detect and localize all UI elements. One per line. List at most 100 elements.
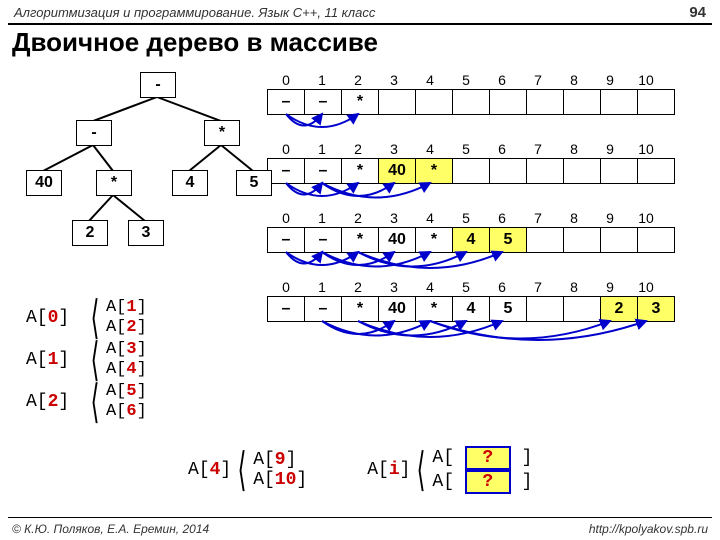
array-cell: 40 (378, 296, 416, 322)
mapping-row: A[1]⟨A[3]A[4] (26, 340, 147, 380)
array-cell: * (341, 296, 379, 322)
col-index: 3 (376, 141, 412, 157)
array-cell (600, 89, 638, 115)
col-index: 8 (556, 72, 592, 88)
col-index: 4 (412, 279, 448, 295)
array-cell: * (341, 227, 379, 253)
array-cell (563, 158, 601, 184)
tree-node: 40 (26, 170, 62, 196)
col-index: 0 (268, 141, 304, 157)
array-cell: * (415, 296, 453, 322)
col-index: 10 (628, 279, 664, 295)
col-index: 9 (592, 72, 628, 88)
array-cell: * (341, 89, 379, 115)
tree-node: 5 (236, 170, 272, 196)
array-cell: – (267, 296, 305, 322)
col-index: 4 (412, 72, 448, 88)
array-cell (637, 89, 675, 115)
array-cell (526, 89, 564, 115)
tree-node: - (140, 72, 176, 98)
array-cell (452, 158, 490, 184)
array-cell (526, 227, 564, 253)
col-index: 1 (304, 141, 340, 157)
array-cell: – (304, 296, 342, 322)
col-index: 10 (628, 210, 664, 226)
col-index: 6 (484, 141, 520, 157)
col-index: 2 (340, 279, 376, 295)
col-index: 0 (268, 72, 304, 88)
array-cell (637, 158, 675, 184)
col-index: 5 (448, 279, 484, 295)
array-cell: 40 (378, 227, 416, 253)
array-cell (600, 158, 638, 184)
array-cell (637, 227, 675, 253)
tree-node: 2 (72, 220, 108, 246)
col-index: 10 (628, 141, 664, 157)
col-index: 6 (484, 210, 520, 226)
tree-node: 3 (128, 220, 164, 246)
page-title: Двоичное дерево в массиве (0, 25, 720, 64)
array-cell: 3 (637, 296, 675, 322)
page-number: 94 (689, 4, 706, 21)
array-cell (526, 296, 564, 322)
tree-node: * (96, 170, 132, 196)
col-index: 9 (592, 141, 628, 157)
array-cell: 40 (378, 158, 416, 184)
col-index: 4 (412, 210, 448, 226)
col-index: 7 (520, 72, 556, 88)
binary-tree-diagram: --*40*4523 (20, 72, 260, 292)
array-cell (489, 89, 527, 115)
array-cell: * (341, 158, 379, 184)
mapping-row: A[0]⟨A[1]A[2] (26, 298, 147, 338)
col-index: 8 (556, 141, 592, 157)
tree-node: * (204, 120, 240, 146)
mapping-row: A[2]⟨A[5]A[6] (26, 382, 147, 422)
array-cell (600, 227, 638, 253)
col-index: 3 (376, 279, 412, 295)
col-index: 5 (448, 210, 484, 226)
col-index: 9 (592, 210, 628, 226)
col-index: 10 (628, 72, 664, 88)
general-mapping: A[4]⟨A[9]A[10]A[i]⟨A[ ? ]A[ ? ] (188, 446, 532, 494)
array-cell (452, 89, 490, 115)
tree-node: 4 (172, 170, 208, 196)
tree-node: - (76, 120, 112, 146)
col-index: 2 (340, 141, 376, 157)
col-index: 1 (304, 279, 340, 295)
array-cell (563, 296, 601, 322)
array-cell (526, 158, 564, 184)
col-index: 2 (340, 210, 376, 226)
col-index: 0 (268, 210, 304, 226)
array-cell (415, 89, 453, 115)
col-index: 3 (376, 210, 412, 226)
array-cell (489, 158, 527, 184)
array-cell: 5 (489, 296, 527, 322)
col-index: 1 (304, 210, 340, 226)
col-index: 7 (520, 279, 556, 295)
col-index: 5 (448, 141, 484, 157)
course-label: Алгоритмизация и программирование. Язык … (14, 5, 375, 20)
array-cell: 5 (489, 227, 527, 253)
col-index: 6 (484, 279, 520, 295)
col-index: 8 (556, 279, 592, 295)
col-index: 1 (304, 72, 340, 88)
array-cell: – (267, 227, 305, 253)
col-index: 7 (520, 210, 556, 226)
array-cell: 4 (452, 296, 490, 322)
array-cell: * (415, 158, 453, 184)
array-cell (378, 89, 416, 115)
footer-rule (8, 517, 712, 518)
index-mappings: A[0]⟨A[1]A[2]A[1]⟨A[3]A[4]A[2]⟨A[5]A[6] (26, 296, 147, 424)
array-cell: – (304, 158, 342, 184)
footer-url: http://kpolyakov.spb.ru (589, 522, 708, 536)
array-cell: * (415, 227, 453, 253)
col-index: 7 (520, 141, 556, 157)
col-index: 2 (340, 72, 376, 88)
array-cell: – (267, 158, 305, 184)
array-cell: 2 (600, 296, 638, 322)
col-index: 5 (448, 72, 484, 88)
array-cell: – (267, 89, 305, 115)
array-cell (563, 227, 601, 253)
col-index: 4 (412, 141, 448, 157)
array-cell: – (304, 89, 342, 115)
